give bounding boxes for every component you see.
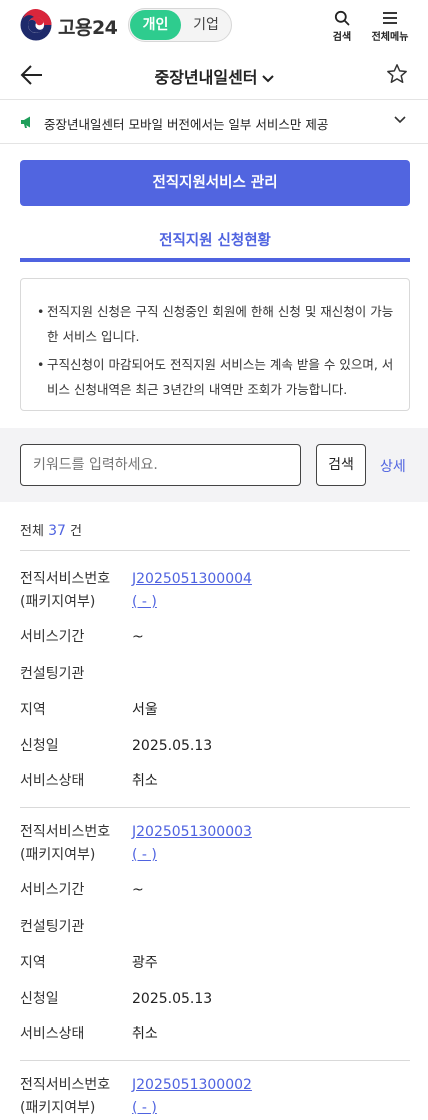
- label-period: 서비스기간: [20, 629, 85, 645]
- search-button[interactable]: 검색: [328, 10, 356, 43]
- keyword-input[interactable]: [20, 444, 301, 486]
- toggle-company[interactable]: 기업: [181, 10, 231, 40]
- service-no-link[interactable]: J2025051300003: [132, 820, 252, 844]
- label-package: (패키지여부): [20, 594, 96, 610]
- label-status: 서비스상태: [20, 773, 85, 789]
- count-suffix: 건: [70, 524, 82, 539]
- notice-bar[interactable]: 중장년내일센터 모바일 버전에서는 일부 서비스만 제공: [0, 100, 428, 144]
- page-title-dropdown[interactable]: 중장년내일센터: [0, 64, 428, 88]
- hamburger-menu-icon: [383, 12, 397, 24]
- divider: [20, 807, 410, 808]
- search-area: 검색 상세: [0, 428, 428, 502]
- period-value: ~: [132, 882, 144, 898]
- date-value: 2025.05.13: [132, 991, 213, 1007]
- label-region: 지역: [20, 702, 46, 718]
- package-link[interactable]: ( - ): [132, 843, 157, 867]
- korea-taegeuk-logo-icon[interactable]: [20, 9, 52, 41]
- chevron-down-icon: [261, 74, 274, 82]
- user-type-toggle: 개인 기업: [128, 8, 232, 42]
- label-status: 서비스상태: [20, 1026, 85, 1042]
- info-item: 구직신청이 마감되어도 전직지원 서비스는 계속 받을 수 있으며, 서비스 신…: [35, 352, 395, 402]
- label-org: 컨설팅기관: [20, 919, 85, 935]
- region-value: 광주: [132, 955, 158, 971]
- label-package: (패키지여부): [20, 1100, 96, 1116]
- search-label: 검색: [332, 32, 352, 43]
- period-value: ~: [132, 629, 144, 645]
- label-package: (패키지여부): [20, 847, 96, 863]
- notice-text: 중장년내일센터 모바일 버전에서는 일부 서비스만 제공: [44, 117, 329, 132]
- info-item: 전직지원 신청은 구직 신청중인 회원에 한해 신청 및 재신청이 가능한 서비…: [35, 299, 395, 349]
- career-service-manage-button[interactable]: 전직지원서비스 관리: [20, 160, 410, 206]
- search-icon: [334, 10, 350, 26]
- search-submit-button[interactable]: 검색: [316, 444, 366, 486]
- label-region: 지역: [20, 955, 46, 971]
- toggle-personal[interactable]: 개인: [130, 10, 181, 40]
- divider: [20, 1060, 410, 1061]
- label-org: 컨설팅기관: [20, 666, 85, 682]
- brand-name[interactable]: 고용24: [58, 13, 118, 40]
- count-prefix: 전체: [20, 524, 44, 539]
- label-date: 신청일: [20, 738, 59, 754]
- megaphone-icon: [21, 116, 30, 128]
- info-box: 전직지원 신청은 구직 신청중인 회원에 한해 신청 및 재신청이 가능한 서비…: [20, 278, 410, 411]
- menu-button[interactable]: 전체메뉴: [366, 10, 414, 43]
- tab-application-status[interactable]: 전직지원 신청현황: [20, 222, 410, 262]
- menu-label: 전체메뉴: [371, 32, 409, 43]
- label-service-no: 전직서비스번호: [20, 824, 111, 840]
- page-title: 중장년내일센터: [154, 68, 258, 87]
- package-link[interactable]: ( - ): [132, 590, 157, 614]
- package-link[interactable]: ( - ): [132, 1096, 157, 1120]
- label-period: 서비스기간: [20, 882, 85, 898]
- star-favorite-icon[interactable]: [386, 63, 408, 85]
- title-bar: 중장년내일센터: [0, 50, 428, 100]
- label-date: 신청일: [20, 991, 59, 1007]
- date-value: 2025.05.13: [132, 738, 213, 754]
- label-service-no: 전직서비스번호: [20, 1077, 111, 1093]
- count-number: 37: [48, 523, 66, 539]
- service-no-link[interactable]: J2025051300004: [132, 567, 252, 591]
- result-count: 전체 37 건: [20, 520, 82, 539]
- region-value: 서울: [132, 702, 158, 718]
- status-value: 취소: [132, 773, 158, 789]
- divider: [20, 550, 410, 551]
- status-value: 취소: [132, 1026, 158, 1042]
- chevron-down-icon: [394, 116, 406, 124]
- label-service-no: 전직서비스번호: [20, 571, 111, 587]
- top-bar: 고용24 개인 기업 검색 전체메뉴: [0, 0, 428, 50]
- detail-search-link[interactable]: 상세: [380, 456, 406, 476]
- service-no-link[interactable]: J2025051300002: [132, 1073, 252, 1097]
